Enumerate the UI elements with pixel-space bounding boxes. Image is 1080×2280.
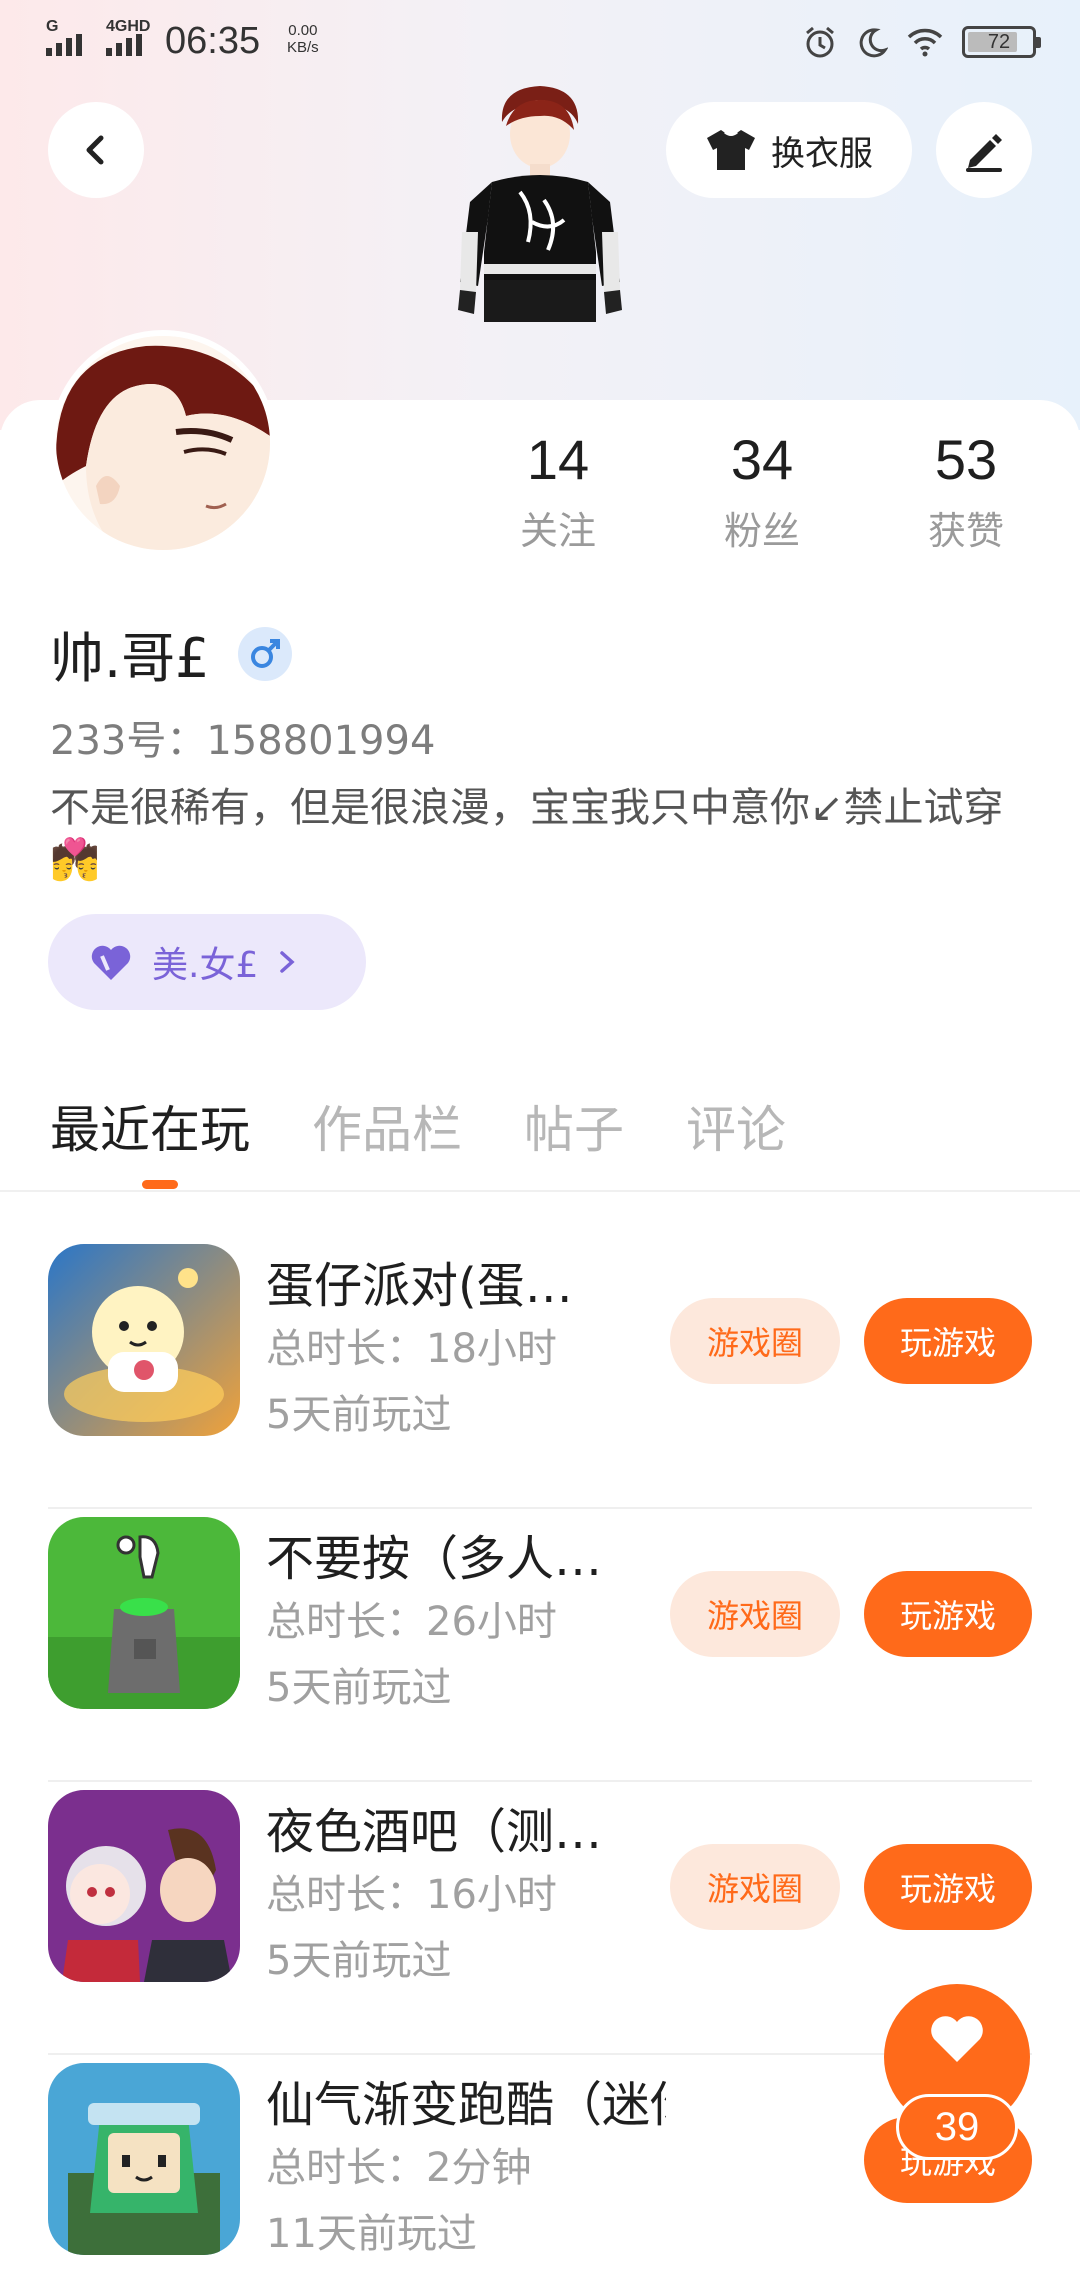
play-game-button[interactable]: 玩游戏: [864, 1298, 1032, 1384]
change-outfit-button[interactable]: 换衣服: [666, 102, 912, 198]
stat-likes-value: 53: [934, 428, 998, 491]
game-last-played: 5天前玩过: [266, 1665, 452, 1711]
tab-posts[interactable]: 帖子: [524, 1090, 624, 1162]
tab-works[interactable]: 作品栏: [312, 1090, 462, 1162]
edit-profile-button[interactable]: [936, 102, 1032, 198]
stat-likes-label: 获赞: [927, 509, 1004, 553]
game-duration: 总时长：26小时: [266, 1599, 557, 1645]
network-rate-unit: KB/s: [287, 39, 319, 56]
avatar[interactable]: [50, 330, 276, 556]
back-button[interactable]: [48, 102, 144, 198]
heart-icon: [91, 945, 131, 980]
game-last-played: 5天前玩过: [266, 1938, 452, 1984]
stat-following-value: 14: [526, 428, 590, 491]
profile-page: G 4GHD 06:35 0.00 KB/s 72 换衣服 14 关注 34 粉…: [0, 0, 1080, 2280]
list-item[interactable]: 蛋仔派对(蛋… 总时长：18小时 5天前玩过 游戏圈 玩游戏: [0, 1236, 1080, 1509]
user-id: 233号：158801994: [50, 718, 436, 764]
signal-indicators: G 4GHD: [46, 18, 156, 56]
wifi-icon: [907, 28, 943, 57]
game-last-played: 5天前玩过: [266, 1392, 452, 1438]
stat-fans[interactable]: 34 粉丝: [682, 428, 842, 555]
active-tab-indicator: [142, 1180, 178, 1189]
stat-likes[interactable]: 53 获赞: [886, 428, 1046, 555]
game-name: 不要按（多人…: [266, 1531, 603, 1587]
stat-following-label: 关注: [519, 509, 596, 553]
game-name: 夜色酒吧（测…: [266, 1804, 603, 1860]
game-name: 蛋仔派对(蛋…: [266, 1258, 573, 1314]
sim1-signal-icon: G: [46, 18, 96, 56]
play-game-button[interactable]: 玩游戏: [864, 1844, 1032, 1930]
status-icons: 72: [802, 24, 1041, 60]
game-circle-button[interactable]: 游戏圈: [670, 1571, 840, 1657]
pencil-icon: [966, 134, 1002, 172]
battery-icon: 72: [962, 26, 1041, 58]
status-bar: G 4GHD 06:35 0.00 KB/s 72: [0, 0, 1080, 90]
stat-fans-value: 34: [730, 428, 794, 491]
game-duration: 总时长：18小时: [266, 1326, 557, 1372]
status-time: 06:35: [165, 20, 261, 62]
game-last-played: 11天前玩过: [266, 2211, 477, 2257]
avatar-image: [56, 336, 270, 550]
game-duration: 总时长：2分钟: [266, 2145, 532, 2191]
list-item[interactable]: 不要按（多人… 总时长：26小时 5天前玩过 游戏圈 玩游戏: [0, 1509, 1080, 1782]
play-game-button[interactable]: 玩游戏: [864, 1571, 1032, 1657]
game-circle-button[interactable]: 游戏圈: [670, 1298, 840, 1384]
couple-name: 美.女£: [152, 945, 259, 986]
heart-icon: [931, 2016, 983, 2062]
nickname-row: 帅.哥£: [50, 614, 292, 693]
network-rate-value: 0.00: [288, 22, 318, 39]
male-icon: [237, 626, 292, 681]
nickname: 帅.哥£: [50, 627, 210, 690]
game-icon[interactable]: [48, 1790, 240, 1982]
couple-badge[interactable]: 美.女£: [48, 914, 366, 1010]
game-icon[interactable]: [48, 1517, 240, 1709]
stat-following[interactable]: 14 关注: [478, 428, 638, 555]
game-duration: 总时长：16小时: [266, 1872, 557, 1918]
game-icon[interactable]: [48, 1244, 240, 1436]
avatar-figure[interactable]: [440, 82, 640, 402]
tshirt-icon: [707, 130, 755, 170]
profile-tabs: 最近在玩 作品栏 帖子 评论: [50, 1090, 786, 1162]
moon-icon: [859, 28, 888, 58]
tab-recently-played[interactable]: 最近在玩: [50, 1090, 250, 1162]
chevron-left-icon: [86, 135, 104, 165]
battery-level: 72: [987, 31, 1011, 53]
game-circle-button[interactable]: 游戏圈: [670, 1844, 840, 1930]
sim2-signal-icon: 4GHD: [106, 18, 156, 56]
tab-divider: [0, 1190, 1080, 1192]
alarm-icon: [806, 26, 834, 58]
bio: 不是很稀有，但是很浪漫，宝宝我只中意你↙禁止试穿💏: [50, 785, 1004, 883]
network-rate: 0.00 KB/s: [287, 22, 319, 56]
game-icon[interactable]: [48, 2063, 240, 2255]
like-count-badge: 39: [896, 2094, 1018, 2160]
tab-comments[interactable]: 评论: [686, 1090, 786, 1162]
stat-fans-label: 粉丝: [723, 509, 800, 553]
chevron-right-icon: [280, 951, 295, 973]
change-outfit-label: 换衣服: [771, 133, 873, 174]
game-name: 仙气渐变跑酷（迷你…: [266, 2077, 666, 2133]
